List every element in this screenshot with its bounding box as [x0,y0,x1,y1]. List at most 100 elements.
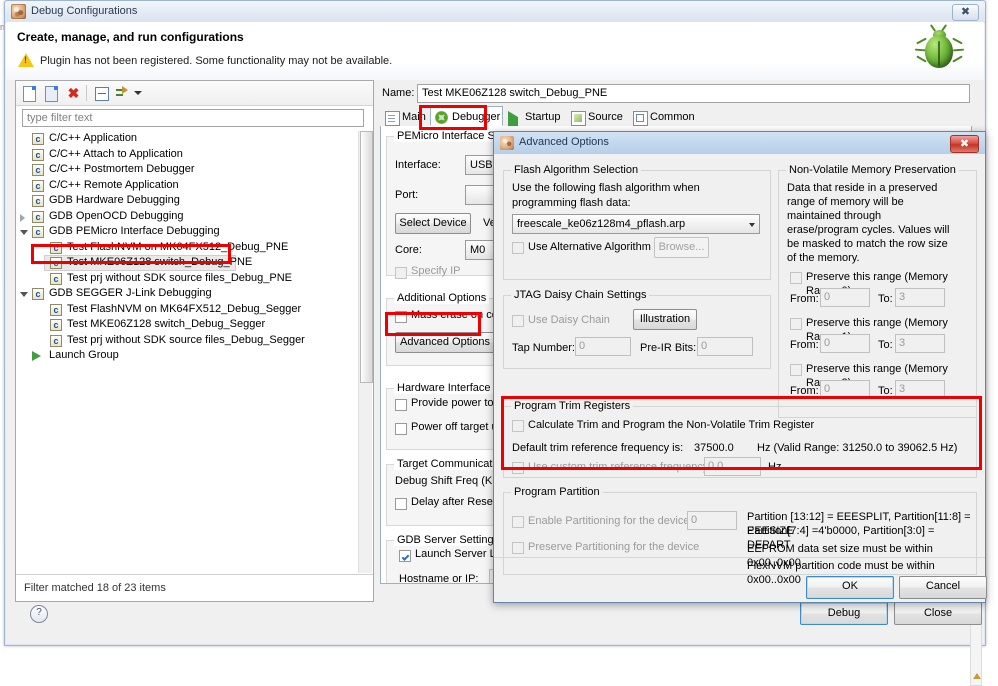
tree-item[interactable]: GDB OpenOCD Debugging [18,209,358,225]
flash-algorithm-combo[interactable]: freescale_ke06z128m4_pflash.arp [512,214,760,234]
delete-configuration-icon[interactable]: ✖ [64,84,82,102]
pre-ir-bits-input[interactable]: 0 [697,337,753,356]
tree-item[interactable]: Test FlashNVM on MK64FX512_Debug_Segger [18,302,358,318]
configurations-tree-panel: ✖ type filter text C/C++ ApplicationC/C+… [15,80,374,602]
twisty-expanded-icon[interactable] [20,230,28,235]
delay-after-reset-checkbox[interactable] [395,498,407,510]
ok-button[interactable]: OK [806,576,894,599]
tree-item-label: Test prj without SDK source files_Debug_… [67,333,305,346]
partition-value-input[interactable]: 0 [687,511,737,530]
range-0-to-input[interactable]: 3 [895,288,945,307]
range-1-from-input[interactable]: 0 [820,334,870,353]
c-file-icon [32,179,44,194]
tree-item[interactable]: Test MKE06Z128 switch_Debug_PNE [44,255,252,272]
c-file-icon [32,210,44,225]
tree-item-label: C/C++ Attach to Application [49,147,183,160]
cancel-button[interactable]: Cancel [899,576,987,599]
tree-item[interactable]: GDB SEGGER J-Link Debugging [18,286,358,303]
custom-trim-freq-input[interactable]: 0.0 [704,457,761,476]
mass-erase-checkbox[interactable] [395,311,407,323]
debug-configurations-window: rr Debug Configurations ✖ Create, manage… [0,0,998,686]
twisty-collapsed-icon[interactable] [20,213,25,222]
core-value: M0 [470,244,486,256]
collapse-all-icon[interactable] [92,84,110,102]
c-file-icon [32,163,44,179]
window-titlebar: Debug Configurations ✖ [5,1,985,23]
tree-item[interactable]: GDB Hardware Debugging [18,193,358,210]
tab-common[interactable]: Common [628,106,700,126]
c-file-icon [32,132,44,148]
c-file-icon [50,334,62,349]
tree-item[interactable]: Test MKE06Z128 switch_Debug_Segger [18,317,358,334]
new-configuration-icon[interactable] [20,84,38,102]
filter-input[interactable]: type filter text [22,109,364,127]
advanced-options-button[interactable]: Advanced Options [395,332,495,353]
nvm-desc-1: Data that reside in a preserved [787,182,938,194]
range-2-to-input[interactable]: 3 [895,380,945,399]
preserve-range-2-checkbox[interactable] [790,364,802,376]
range-2-from-input[interactable]: 0 [820,380,870,399]
configurations-tree[interactable]: C/C++ Application C/C++ Attach to Applica… [18,131,358,571]
tree-item[interactable]: Test prj without SDK source files_Debug_… [18,271,358,287]
use-alternative-algorithm-label: Use Alternative Algorithm [528,241,651,253]
select-device-button[interactable]: Select Device [395,213,471,234]
program-partition-title: Program Partition [511,486,603,498]
preserve-partitioning-checkbox[interactable] [512,542,524,554]
debug-button[interactable]: Debug [800,602,888,625]
tree-scroll-thumb[interactable] [360,131,373,383]
tree-item[interactable]: C/C++ Remote Application [18,178,358,194]
use-daisy-chain-checkbox[interactable] [512,315,524,327]
port-label: Port: [395,189,419,201]
flash-algorithm-title: Flash Algorithm Selection [511,164,642,176]
tab-debugger[interactable]: Debugger [430,106,503,126]
power-off-checkbox[interactable] [395,423,407,435]
enable-partitioning-checkbox[interactable] [512,516,524,528]
tree-item-label: GDB OpenOCD Debugging [49,209,184,222]
tab-source[interactable]: Source [566,106,628,126]
use-alternative-algorithm-checkbox[interactable] [512,242,524,254]
close-button[interactable]: Close [894,602,982,625]
tab-startup[interactable]: Startup [503,106,566,136]
window-close-button[interactable]: ✖ [952,4,979,21]
preserve-range-0-checkbox[interactable] [790,272,802,284]
tree-item[interactable]: GDB PEMicro Interface Debugging [18,224,358,241]
editor-tabstrip: Main Debugger Startup Source Common [380,106,972,136]
filter-icon[interactable] [114,84,132,102]
tree-item[interactable]: Launch Group [18,348,358,364]
browse-button[interactable]: Browse... [654,237,709,258]
advanced-options-close-button[interactable]: ✖ [950,135,979,153]
tree-item[interactable]: C/C++ Postmortem Debugger [18,162,358,179]
calculate-trim-checkbox[interactable] [512,420,524,432]
launch-group-icon [32,351,41,361]
tree-item-label: GDB Hardware Debugging [49,194,180,206]
range-0-from-input[interactable]: 0 [820,288,870,307]
preserve-range-1-checkbox[interactable] [790,318,802,330]
specify-ip-checkbox[interactable] [395,267,407,279]
twisty-expanded-icon[interactable] [20,292,28,297]
tree-item[interactable]: C/C++ Attach to Application [18,147,358,163]
tree-item[interactable]: C/C++ Application [18,131,358,148]
help-icon[interactable]: ? [30,605,48,623]
default-trim-freq-units: Hz (Valid Range: 31250.0 to 39062.5 Hz) [757,442,958,454]
tree-toolbar: ✖ [16,81,373,106]
duplicate-configuration-icon[interactable] [42,84,60,102]
illustration-button[interactable]: Illustration [633,309,697,330]
c-file-icon [50,241,62,256]
name-input[interactable]: Test MKE06Z128 switch_Debug_PNE [417,84,970,103]
tree-item-label: Test FlashNVM on MK64FX512_Debug_PNE [67,240,289,253]
nvm-desc-6: of the memory. [787,252,860,264]
tree-item[interactable]: Test FlashNVM on MK64FX512_Debug_PNE [18,240,358,256]
tap-number-input[interactable]: 0 [575,337,631,356]
scroll-down-icon[interactable] [973,673,981,679]
view-menu-caret-icon[interactable] [134,91,142,95]
tree-item[interactable]: Test prj without SDK source files_Debug_… [18,333,358,349]
tree-vertical-scrollbar[interactable] [358,131,373,573]
tab-main[interactable]: Main [380,106,430,126]
use-custom-trim-checkbox[interactable] [512,462,524,474]
preserve-partitioning-label: Preserve Partitioning for the device [528,541,700,553]
flash-algorithm-desc-1: Use the following flash algorithm when [512,182,700,194]
provide-power-checkbox[interactable] [395,399,407,411]
range-1-to-input[interactable]: 3 [895,334,945,353]
range-2-from-label: From: [790,385,819,397]
launch-server-checkbox[interactable] [399,550,411,562]
